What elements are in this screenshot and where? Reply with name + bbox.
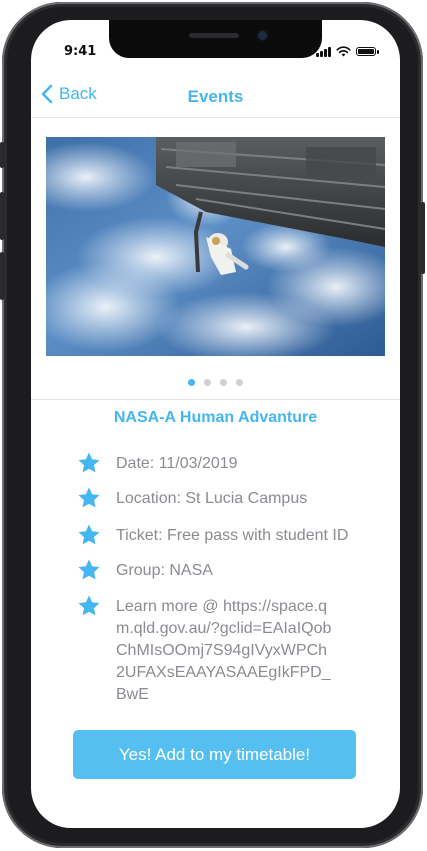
- learn-more-link[interactable]: Learn more @ https://space.qm.qld.gov.au…: [116, 596, 334, 706]
- speaker-grille: [189, 33, 239, 38]
- event-image[interactable]: [46, 137, 385, 356]
- detail-text: Location: St Lucia Campus: [116, 490, 308, 507]
- notch: [109, 20, 322, 58]
- detail-text: Date: 11/03/2019: [116, 455, 238, 472]
- detail-group: Group: NASA: [76, 559, 376, 582]
- status-icons: [316, 46, 379, 57]
- carousel-dot[interactable]: [204, 379, 211, 386]
- detail-date: Date: 11/03/2019: [76, 452, 376, 475]
- carousel-dot[interactable]: [220, 379, 227, 386]
- wifi-icon: [336, 46, 351, 57]
- astronaut-earth-photo: [46, 137, 385, 356]
- carousel-indicator[interactable]: [31, 379, 400, 386]
- content-divider: [31, 399, 400, 400]
- detail-text: Group: NASA: [116, 562, 213, 579]
- mute-switch: [0, 142, 4, 168]
- page-title: Events: [187, 87, 244, 106]
- status-time: 9:41: [64, 44, 97, 59]
- event-title: NASA-A Human Advanture: [113, 409, 318, 426]
- screen: 9:41 Back Events NASA-A Human Advanture …: [31, 20, 400, 828]
- front-camera: [258, 31, 267, 40]
- carousel-dot[interactable]: [236, 379, 243, 386]
- star-icon: [78, 487, 100, 508]
- battery-icon: [356, 47, 379, 56]
- star-icon: [78, 559, 100, 580]
- volume-up-button: [0, 192, 4, 240]
- phone-frame: 9:41 Back Events NASA-A Human Advanture …: [0, 2, 425, 848]
- detail-text: Ticket: Free pass with student ID: [116, 527, 349, 544]
- detail-location: Location: St Lucia Campus: [76, 487, 376, 510]
- nav-bar: Back Events: [31, 82, 400, 122]
- signal-icon: [316, 46, 331, 57]
- star-icon: [78, 595, 100, 616]
- detail-link: Learn more @ https://space.qm.qld.gov.au…: [76, 595, 376, 706]
- nav-divider: [31, 117, 400, 118]
- add-to-timetable-button[interactable]: Yes! Add to my timetable!: [73, 730, 356, 779]
- detail-ticket: Ticket: Free pass with student ID: [76, 524, 376, 547]
- carousel-dot[interactable]: [188, 379, 195, 386]
- volume-down-button: [0, 252, 4, 300]
- star-icon: [78, 524, 100, 545]
- power-button: [421, 202, 425, 274]
- star-icon: [78, 452, 100, 473]
